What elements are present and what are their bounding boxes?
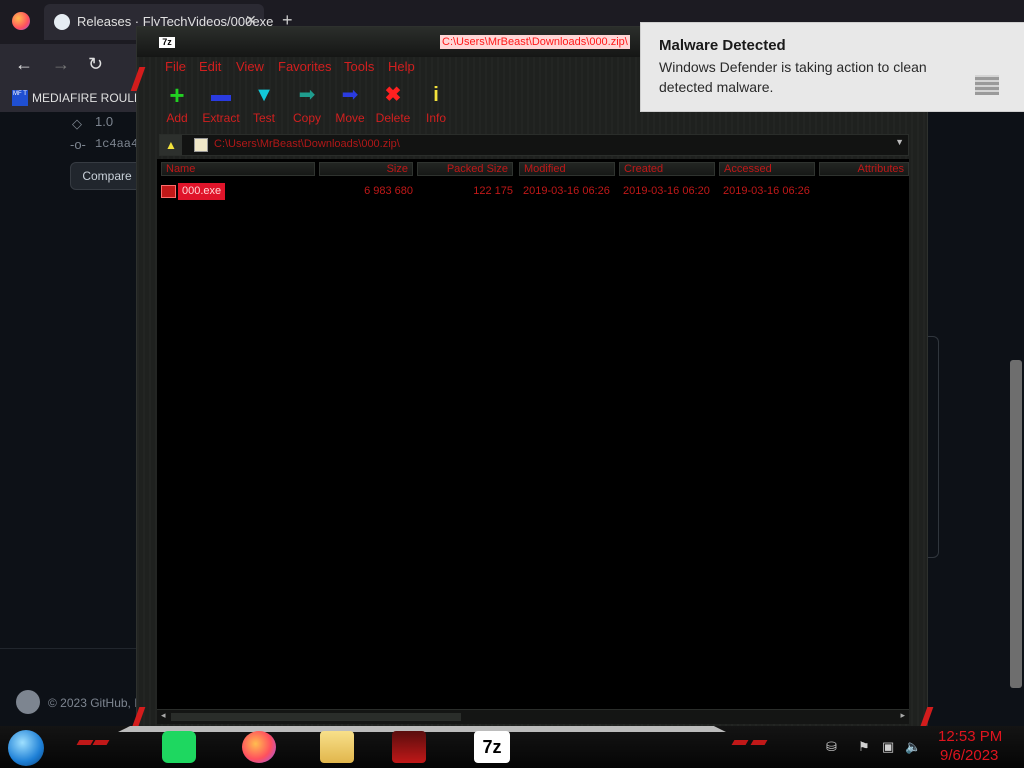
column-header-accessed[interactable]: Accessed: [719, 162, 815, 176]
delete-label: Delete: [375, 111, 411, 125]
sevenzip-window: 7z C:\Users\MrBeast\Downloads\000.zip\ F…: [130, 26, 934, 734]
firefox-icon[interactable]: [12, 12, 30, 30]
commit-icon: -o-: [70, 137, 86, 152]
display-icon[interactable]: ▣: [882, 739, 894, 755]
extract-icon: ▬: [211, 84, 231, 106]
reload-button[interactable]: ↻: [88, 54, 103, 75]
column-header-name[interactable]: Name: [161, 162, 315, 176]
column-header-attributes[interactable]: Attributes: [819, 162, 909, 176]
test-button[interactable]: ▼ Test: [241, 83, 287, 127]
file-explorer-icon[interactable]: [320, 731, 354, 763]
compare-button[interactable]: Compare: [70, 162, 144, 190]
notes-app-icon[interactable]: [162, 731, 196, 763]
copy-icon: ➡: [298, 84, 316, 106]
defender-icon: [975, 75, 999, 95]
window-title: C:\Users\MrBeast\Downloads\000.zip\: [440, 35, 630, 49]
test-label: Test: [252, 111, 275, 125]
bookmark-icon: MF T: [12, 90, 28, 106]
volume-icon[interactable]: 🔈: [905, 739, 921, 755]
notification-title: Malware Detected: [659, 37, 786, 54]
move-button[interactable]: ➡ Move: [327, 83, 373, 127]
sevenzip-logo-icon: 7z: [159, 37, 175, 48]
release-commit[interactable]: 1c4aa4: [95, 137, 138, 151]
file-name[interactable]: 000.exe: [178, 183, 226, 200]
archive-icon: [194, 138, 208, 152]
file-packed-size: 122 175: [473, 185, 513, 197]
back-button[interactable]: ←: [15, 54, 33, 75]
taskbar: 7z: [0, 726, 1024, 768]
footer-divider: [0, 648, 140, 649]
column-header-packed-size[interactable]: Packed Size: [417, 162, 513, 176]
address-bar[interactable]: ▲ C:\Users\MrBeast\Downloads\000.zip\ ▼: [159, 134, 909, 156]
file-created: 2019-03-16 06:20: [623, 185, 710, 197]
github-logo-icon[interactable]: [16, 690, 40, 714]
action-center-flag-icon[interactable]: ⚑: [858, 739, 870, 755]
malware-notification[interactable]: Malware Detected Windows Defender is tak…: [640, 22, 1024, 112]
menu-tools[interactable]: Tools: [344, 59, 374, 74]
column-header-created[interactable]: Created: [619, 162, 715, 176]
network-tray-icon[interactable]: ⛁: [826, 739, 837, 755]
add-label: Add: [166, 111, 188, 125]
delete-icon: ✖: [384, 84, 402, 106]
red-stripe: [750, 740, 768, 745]
firefox-taskbar-icon[interactable]: [242, 731, 276, 763]
github-icon: [54, 14, 70, 30]
test-icon: ▼: [254, 84, 274, 106]
scroll-left-icon[interactable]: ◂: [161, 710, 166, 721]
file-accessed: 2019-03-16 06:26: [723, 185, 810, 197]
menu-edit[interactable]: Edit: [199, 59, 221, 74]
sevenzip-taskbar-button[interactable]: 7z: [474, 731, 510, 763]
browser-scrollbar[interactable]: [1010, 360, 1022, 688]
red-stripe: [731, 740, 749, 745]
move-label: Move: [335, 111, 365, 125]
red-stripe: [76, 740, 94, 745]
scrollbar-thumb[interactable]: [171, 713, 461, 721]
forward-button[interactable]: →: [52, 54, 70, 75]
red-stripe: [92, 740, 110, 745]
menu-file[interactable]: File: [165, 59, 186, 74]
extract-label: Extract: [202, 111, 240, 125]
clock-time[interactable]: 12:53 PM: [938, 728, 1002, 745]
column-header-modified[interactable]: Modified: [519, 162, 615, 176]
themed-app-icon[interactable]: [392, 731, 426, 763]
menu-favorites[interactable]: Favorites: [278, 59, 331, 74]
copy-button[interactable]: ➡ Copy: [284, 83, 330, 127]
file-modified: 2019-03-16 06:26: [523, 185, 610, 197]
file-size: 6 983 680: [364, 185, 413, 197]
extract-button[interactable]: ▬ Extract: [198, 83, 244, 127]
delete-button[interactable]: ✖ Delete: [370, 83, 416, 127]
tag-icon: ◇: [72, 116, 82, 131]
scroll-right-icon[interactable]: ▸: [900, 710, 905, 721]
move-icon: ➡: [341, 84, 359, 106]
add-icon: +: [169, 80, 185, 110]
horizontal-scrollbar[interactable]: ◂ ▸: [157, 709, 909, 724]
menu-view[interactable]: View: [236, 59, 264, 74]
release-tag[interactable]: 1.0: [95, 114, 113, 129]
chevron-down-icon[interactable]: ▼: [895, 137, 904, 147]
file-list[interactable]: Name Size Packed Size Modified Created A…: [157, 159, 909, 709]
file-icon: [161, 185, 176, 198]
folder-up-icon[interactable]: ▲: [160, 135, 182, 155]
info-label: Info: [425, 111, 446, 125]
notification-body: Windows Defender is taking action to cle…: [659, 59, 927, 95]
menu-help[interactable]: Help: [388, 59, 415, 74]
column-header-size[interactable]: Size: [319, 162, 413, 176]
clock-date[interactable]: 9/6/2023: [940, 747, 998, 764]
copy-label: Copy: [292, 111, 321, 125]
info-button[interactable]: i Info: [413, 83, 459, 127]
address-path[interactable]: C:\Users\MrBeast\Downloads\000.zip\: [214, 138, 400, 150]
info-icon: i: [433, 84, 439, 106]
add-button[interactable]: + Add: [154, 80, 200, 127]
start-button[interactable]: [8, 730, 44, 766]
